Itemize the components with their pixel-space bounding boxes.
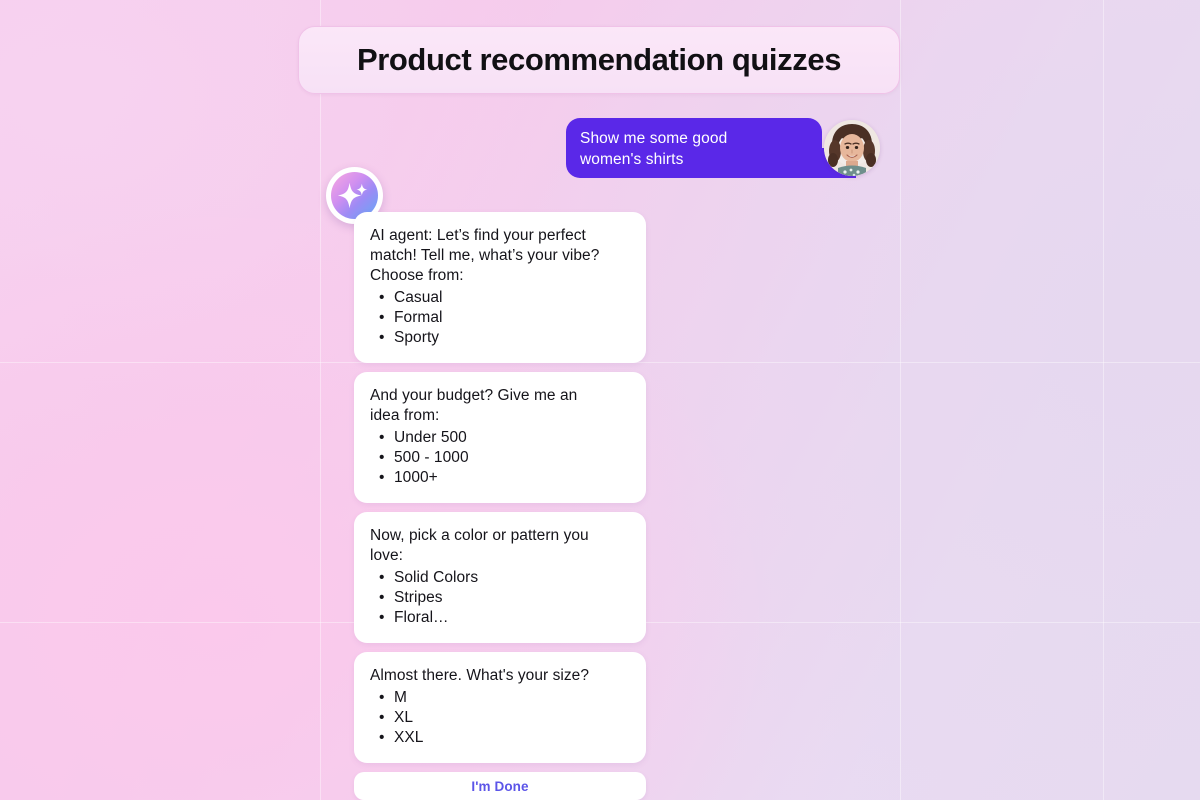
- ai-message-card: AI agent: Let’s find your perfect match!…: [354, 212, 646, 363]
- ai-option-item[interactable]: XXL: [370, 728, 630, 748]
- ai-option-item[interactable]: M: [370, 688, 630, 708]
- ai-message-card: Almost there. What's your size? M XL XXL: [354, 652, 646, 763]
- ai-message-line: Choose from:: [370, 267, 464, 284]
- user-message-line-2: women's shirts: [580, 151, 684, 168]
- ai-message-line: AI agent: Let’s find your perfect: [370, 227, 586, 244]
- page-title-pill: Product recommendation quizzes: [298, 26, 900, 94]
- ai-option-item[interactable]: Formal: [370, 308, 630, 328]
- ai-message-line: match! Tell me, what’s your vibe?: [370, 247, 600, 264]
- chat-column: AI agent: Let’s find your perfect match!…: [354, 212, 646, 800]
- ai-option-item[interactable]: Stripes: [370, 588, 630, 608]
- im-done-label: I'm Done: [471, 778, 529, 794]
- page-title: Product recommendation quizzes: [356, 42, 842, 77]
- ai-option-item[interactable]: XL: [370, 708, 630, 728]
- ai-option-item[interactable]: Solid Colors: [370, 568, 630, 588]
- ai-option-list: Casual Formal Sporty: [370, 288, 630, 348]
- ai-option-item[interactable]: 1000+: [370, 468, 630, 488]
- ai-option-item[interactable]: Sporty: [370, 328, 630, 348]
- ai-message-line: Almost there. What's your size?: [370, 667, 590, 684]
- ai-option-item[interactable]: Floral…: [370, 608, 630, 628]
- ai-option-item[interactable]: Casual: [370, 288, 630, 308]
- ai-message-card: Now, pick a color or pattern you love: S…: [354, 512, 646, 643]
- user-message-row: Show me some good women's shirts: [566, 118, 886, 190]
- ai-option-list: M XL XXL: [370, 688, 630, 748]
- ai-option-item[interactable]: Under 500: [370, 428, 630, 448]
- ai-option-list: Solid Colors Stripes Floral…: [370, 568, 630, 628]
- user-message-line-1: Show me some good: [580, 130, 728, 147]
- im-done-button[interactable]: I'm Done: [354, 772, 646, 800]
- background-grid-line-vertical: [1103, 0, 1104, 800]
- ai-message-line: love:: [370, 547, 403, 564]
- ai-option-list: Under 500 500 - 1000 1000+: [370, 428, 630, 488]
- ai-option-item[interactable]: 500 - 1000: [370, 448, 630, 468]
- ai-message-line: Now, pick a color or pattern you: [370, 527, 589, 544]
- ai-message-line: And your budget? Give me an: [370, 387, 578, 404]
- ai-message-card: And your budget? Give me an idea from: U…: [354, 372, 646, 503]
- background-grid-line-vertical: [900, 0, 901, 800]
- ai-message-line: idea from:: [370, 407, 440, 424]
- avatar: [824, 120, 880, 176]
- page-background: Product recommendation quizzes Show me s…: [0, 0, 1200, 800]
- background-grid-line-vertical: [320, 0, 321, 800]
- user-message-bubble: Show me some good women's shirts: [566, 118, 822, 178]
